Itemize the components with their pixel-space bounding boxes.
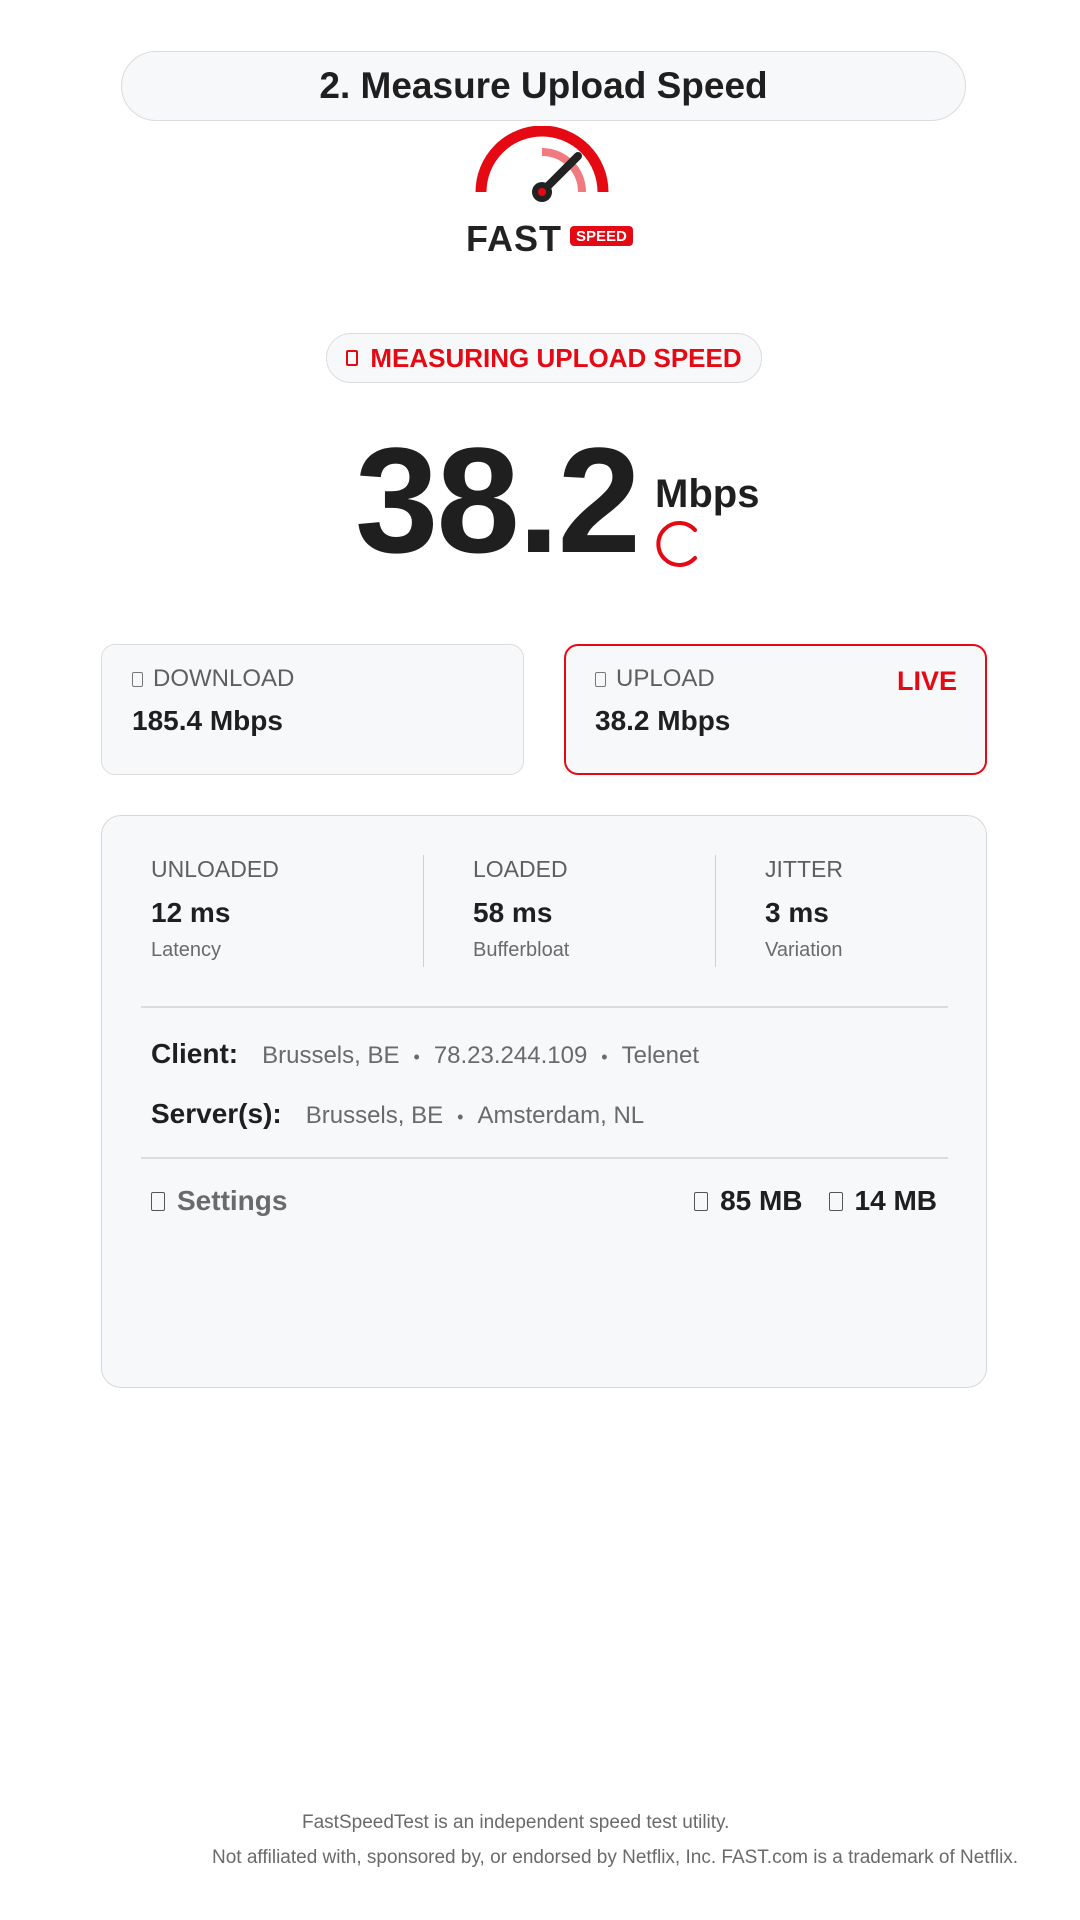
metric-value: 58 ms xyxy=(473,897,553,928)
metric-loaded: LOADED 58 ms Bufferbloat xyxy=(473,856,569,962)
divider xyxy=(141,1006,948,1008)
separator: • xyxy=(601,1047,608,1067)
metric-caption: Bufferbloat xyxy=(473,939,570,961)
footer-trademark: Not affiliated with, sponsored by, or en… xyxy=(212,1847,1019,1868)
step-title: 2. Measure Upload Speed xyxy=(121,51,966,121)
client-label: Client: xyxy=(151,1038,239,1069)
download-card: DOWNLOAD 185.4 Mbps xyxy=(101,644,524,775)
divider xyxy=(715,855,716,967)
logo-speed-badge: SPEED xyxy=(570,226,633,246)
upload-arrow-icon xyxy=(828,1191,843,1211)
server-second: Amsterdam, NL xyxy=(477,1102,645,1129)
divider xyxy=(423,855,424,967)
square-icon xyxy=(346,350,359,366)
upload-label: UPLOAD xyxy=(616,665,715,692)
status-badge: MEASURING UPLOAD SPEED xyxy=(326,333,762,383)
logo-wordmark: FAST xyxy=(466,218,563,259)
download-arrow-icon xyxy=(694,1191,709,1211)
metric-caption: Latency xyxy=(151,939,222,961)
metric-label: JITTER xyxy=(765,856,843,882)
metric-unloaded: UNLOADED 12 ms Latency xyxy=(151,856,279,962)
metric-value: 3 ms xyxy=(765,897,829,928)
download-data-usage: 85 MB xyxy=(694,1185,803,1217)
gear-icon xyxy=(151,1191,165,1211)
upload-data-usage: 14 MB xyxy=(828,1185,937,1217)
status-text: MEASURING UPLOAD SPEED xyxy=(370,342,742,373)
loading-spinner-icon xyxy=(656,521,697,567)
square-icon xyxy=(132,671,143,687)
client-location: Brussels, BE xyxy=(262,1042,400,1069)
current-speed-value: 38.2 xyxy=(355,416,641,584)
current-speed-unit: Mbps xyxy=(655,472,760,516)
footer-disclaimer: FastSpeedTest is an independent speed te… xyxy=(302,1812,730,1833)
details-panel: UNLOADED 12 ms Latency LOADED 58 ms Buff… xyxy=(101,815,987,1388)
separator: • xyxy=(413,1047,420,1067)
download-label: DOWNLOAD xyxy=(153,665,295,692)
server-first: Brussels, BE xyxy=(305,1102,444,1129)
fast-speed-logo: FAST SPEED xyxy=(466,126,633,259)
upload-card: UPLOAD 38.2 Mbps LIVE xyxy=(564,644,987,775)
live-badge: LIVE xyxy=(896,666,957,696)
settings-button[interactable]: Settings xyxy=(151,1185,287,1217)
servers-label: Server(s): xyxy=(151,1098,282,1129)
separator: • xyxy=(457,1107,464,1127)
upload-value: 38.2 Mbps xyxy=(595,705,731,736)
server-info: Server(s): Brussels, BE • Amsterdam, NL xyxy=(151,1098,644,1130)
speedometer-icon xyxy=(475,126,609,202)
square-icon xyxy=(595,671,606,687)
data-usage: 85 MB 14 MB xyxy=(694,1185,937,1217)
metric-jitter: JITTER 3 ms Variation xyxy=(765,856,843,962)
client-info: Client: Brussels, BE • 78.23.244.109 • T… xyxy=(151,1038,699,1070)
client-ip: 78.23.244.109 xyxy=(433,1042,588,1069)
client-isp: Telenet xyxy=(621,1042,699,1069)
metric-caption: Variation xyxy=(765,939,843,961)
metric-label: UNLOADED xyxy=(151,856,279,882)
metric-label: LOADED xyxy=(473,856,568,882)
download-value: 185.4 Mbps xyxy=(132,705,283,736)
upload-data-value: 14 MB xyxy=(854,1185,937,1216)
metric-value: 12 ms xyxy=(151,897,231,928)
settings-label: Settings xyxy=(177,1185,288,1216)
download-data-value: 85 MB xyxy=(720,1185,803,1216)
divider xyxy=(141,1157,948,1159)
